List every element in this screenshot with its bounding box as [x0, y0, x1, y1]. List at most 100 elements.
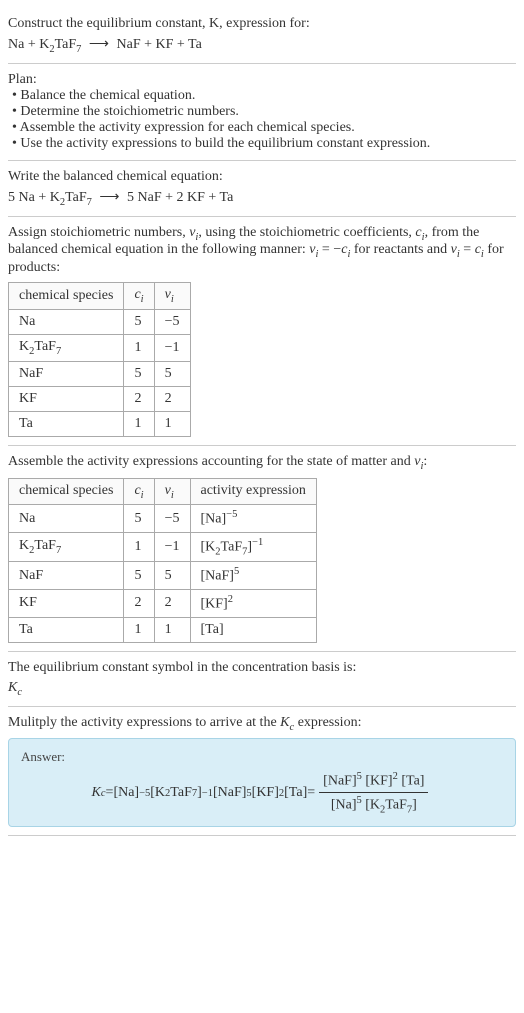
plan-bullet-4: • Use the activity expressions to build … — [12, 136, 516, 152]
cell-species: Na — [9, 505, 124, 533]
cell-ci: 5 — [124, 361, 154, 386]
fraction: [NaF]5 [KF]2 [Ta] [Na]5 [K2TaF7] — [319, 771, 428, 815]
equals: = — [106, 785, 114, 801]
th-species: chemical species — [9, 478, 124, 505]
cell-nui: 5 — [154, 562, 190, 590]
cell-species: KF — [9, 386, 124, 411]
construct-section: Construct the equilibrium constant, K, e… — [8, 8, 516, 64]
table-row: KF 2 2 — [9, 386, 191, 411]
cell-ci: 1 — [124, 411, 154, 436]
plan-section: Plan: • Balance the chemical equation. •… — [8, 64, 516, 161]
term-na: [Na] — [113, 785, 139, 801]
table-row: K2TaF7 1 −1 [K2TaF7]−1 — [9, 533, 317, 562]
th-nui: νi — [154, 478, 190, 505]
balanced-section: Write the balanced chemical equation: 5 … — [8, 161, 516, 217]
eq-rhs: NaF + KF + Ta — [117, 37, 202, 52]
initial-equation: Na + K2TaF7 ⟶ NaF + KF + Ta — [8, 36, 516, 55]
table-row: NaF 5 5 [NaF]5 — [9, 562, 317, 590]
cell-nui: −5 — [154, 505, 190, 533]
activity-section: Assemble the activity expressions accoun… — [8, 446, 516, 652]
cell-nui: 2 — [154, 590, 190, 618]
table-row: Ta 1 1 — [9, 411, 191, 436]
beq-lhs: 5 Na + K — [8, 190, 60, 205]
cell-ci: 2 — [124, 590, 154, 618]
cell-nui: −1 — [154, 533, 190, 562]
cell-nui: 1 — [154, 411, 190, 436]
cell-activity: [KF]2 — [190, 590, 316, 618]
plan-bullet-3: • Assemble the activity expression for e… — [12, 120, 516, 136]
activity-title: Assemble the activity expressions accoun… — [8, 454, 516, 472]
cell-activity: [K2TaF7]−1 — [190, 533, 316, 562]
cell-nui: −1 — [154, 334, 190, 361]
cell-species: K2TaF7 — [9, 334, 124, 361]
numerator: [NaF]5 [KF]2 [Ta] — [319, 771, 428, 793]
stoich-t2: , using the stoichiometric coefficients, — [198, 225, 415, 240]
beq-sub2: 7 — [87, 197, 92, 208]
equals: = — [307, 785, 315, 801]
table-row: Na 5 −5 — [9, 309, 191, 334]
eq-lhs: Na + K — [8, 37, 49, 52]
activity-table: chemical species ci νi activity expressi… — [8, 478, 317, 643]
answer-label: Answer: — [21, 749, 503, 765]
arrow-icon: ⟶ — [95, 190, 123, 205]
beq-rhs: 5 NaF + 2 KF + Ta — [127, 190, 233, 205]
cell-nui: 5 — [154, 361, 190, 386]
cell-ci: 1 — [124, 533, 154, 562]
cell-species: K2TaF7 — [9, 533, 124, 562]
construct-text: Construct the equilibrium constant, K, e… — [8, 16, 310, 31]
kc-symbol-section: The equilibrium constant symbol in the c… — [8, 652, 516, 707]
kc-line: The equilibrium constant symbol in the c… — [8, 660, 516, 676]
kc-k: K — [92, 785, 101, 801]
plan-title: Plan: — [8, 72, 516, 88]
plan-bullet-2: • Determine the stoichiometric numbers. — [12, 104, 516, 120]
stoich-text: Assign stoichiometric numbers, νi, using… — [8, 225, 516, 277]
cell-nui: 2 — [154, 386, 190, 411]
answer-equation: Kc = [Na]−5 [K2TaF7]−1 [NaF]5 [KF]2 [Ta]… — [21, 771, 503, 815]
table-row: K2TaF7 1 −1 — [9, 334, 191, 361]
multiply-title: Mulitply the activity expressions to arr… — [8, 715, 516, 733]
stoich-t1: Assign stoichiometric numbers, — [8, 225, 189, 240]
cell-species: NaF — [9, 361, 124, 386]
cell-activity: [Ta] — [190, 617, 316, 642]
cell-species: Ta — [9, 617, 124, 642]
table-header-row: chemical species ci νi — [9, 283, 191, 310]
term-kf: [KF] — [252, 785, 279, 801]
th-species: chemical species — [9, 283, 124, 310]
plan-bullet-1: • Balance the chemical equation. — [12, 88, 516, 104]
arrow-icon: ⟶ — [85, 37, 113, 52]
k-symbol: K — [280, 715, 289, 730]
table-row: NaF 5 5 — [9, 361, 191, 386]
balanced-equation: 5 Na + K2TaF7 ⟶ 5 NaF + 2 KF + Ta — [8, 189, 516, 208]
beq-lhs2: TaF — [65, 190, 87, 205]
term-naf: [NaF] — [213, 785, 246, 801]
cell-species: Na — [9, 309, 124, 334]
stoich-section: Assign stoichiometric numbers, νi , using… — [8, 217, 516, 446]
rel2: = — [460, 242, 475, 257]
cell-activity: [NaF]5 — [190, 562, 316, 590]
cell-species: NaF — [9, 562, 124, 590]
cell-ci: 1 — [124, 617, 154, 642]
th-nui: νi — [154, 283, 190, 310]
cell-ci: 1 — [124, 334, 154, 361]
cell-ci: 5 — [124, 309, 154, 334]
balanced-title: Write the balanced chemical equation: — [8, 169, 516, 185]
cell-species: Ta — [9, 411, 124, 436]
multiply-section: Mulitply the activity expressions to arr… — [8, 707, 516, 836]
cell-ci: 5 — [124, 505, 154, 533]
cell-ci: 5 — [124, 562, 154, 590]
th-ci: ci — [124, 478, 154, 505]
cell-activity: [Na]−5 — [190, 505, 316, 533]
cell-nui: −5 — [154, 309, 190, 334]
table-row: Ta 1 1 [Ta] — [9, 617, 317, 642]
cell-nui: 1 — [154, 617, 190, 642]
stoich-t4: for reactants and — [350, 242, 450, 257]
answer-box: Answer: Kc = [Na]−5 [K2TaF7]−1 [NaF]5 [K… — [8, 738, 516, 826]
term-k2taf7: [K — [150, 785, 165, 801]
th-ci: ci — [124, 283, 154, 310]
cell-species: KF — [9, 590, 124, 618]
kc-symbol: Kc — [8, 680, 516, 698]
table-row: Na 5 −5 [Na]−5 — [9, 505, 317, 533]
denominator: [Na]5 [K2TaF7] — [319, 793, 428, 815]
th-activity: activity expression — [190, 478, 316, 505]
rel1: = − — [318, 242, 341, 257]
